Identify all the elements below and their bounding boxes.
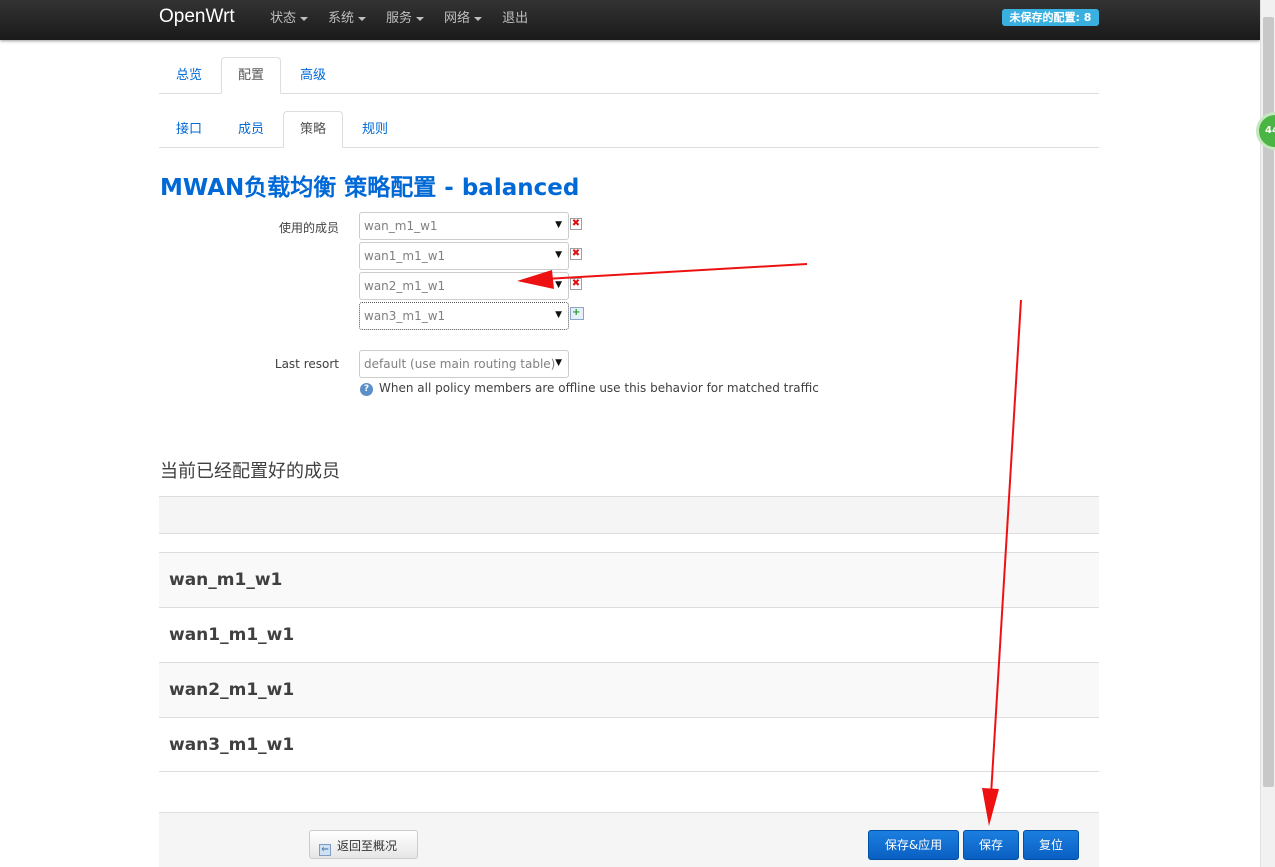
add-member-icon[interactable]: + xyxy=(570,307,584,320)
last-resort-label: Last resort xyxy=(274,357,339,371)
save-apply-button[interactable]: 保存&应用 xyxy=(868,830,959,860)
floating-side-badge[interactable]: 44 xyxy=(1256,112,1275,150)
back-arrow-icon: ⇐ xyxy=(319,844,331,856)
tab-policies[interactable]: 策略 xyxy=(283,111,344,148)
unsaved-changes-badge[interactable]: 未保存的配置: 8 xyxy=(1002,9,1099,26)
dropdown-arrow-icon: ▼ xyxy=(555,310,562,320)
member-row: wan2_m1_w1 xyxy=(159,662,1099,717)
menu-network[interactable]: 网络 xyxy=(444,0,483,40)
dropdown-arrow-icon: ▼ xyxy=(555,280,562,290)
tab-interfaces[interactable]: 接口 xyxy=(159,111,219,147)
dropdown-arrow-icon: ▼ xyxy=(555,250,562,260)
dropdown-arrow-icon: ▼ xyxy=(555,358,562,368)
menu-status[interactable]: 状态 xyxy=(270,0,309,40)
tab-advanced[interactable]: 高级 xyxy=(283,57,343,93)
remove-member-icon[interactable]: ✖ xyxy=(570,218,582,230)
remove-member-icon[interactable]: ✖ xyxy=(570,248,582,260)
last-resort-select[interactable]: default (use main routing table) ▼ xyxy=(359,350,569,378)
last-resort-value: default (use main routing table) xyxy=(364,357,556,371)
member-row: wan_m1_w1 xyxy=(159,552,1099,607)
menu-system[interactable]: 系统 xyxy=(328,0,367,40)
member-select-value: wan1_m1_w1 xyxy=(364,249,446,263)
remove-member-icon[interactable]: ✖ xyxy=(570,278,582,290)
member-select-value: wan3_m1_w1 xyxy=(364,309,446,323)
reset-button[interactable]: 复位 xyxy=(1023,830,1079,860)
members-label: 使用的成员 xyxy=(278,221,339,235)
chevron-down-icon xyxy=(416,16,425,21)
member-select[interactable]: wan1_m1_w1 ▼ xyxy=(359,242,569,270)
tab-members[interactable]: 成员 xyxy=(221,111,281,147)
menu-services[interactable]: 服务 xyxy=(386,0,425,40)
chevron-down-icon xyxy=(474,16,483,21)
tab-rules[interactable]: 规则 xyxy=(345,111,405,147)
menu-logout[interactable]: 退出 xyxy=(502,0,528,40)
back-button-label: 返回至概况 xyxy=(337,839,398,853)
tab-configuration[interactable]: 配置 xyxy=(221,57,282,94)
member-select[interactable]: wan3_m1_w1 ▼ xyxy=(359,302,569,330)
save-button[interactable]: 保存 xyxy=(963,830,1019,860)
member-select-value: wan_m1_w1 xyxy=(364,219,438,233)
member-row: wan3_m1_w1 xyxy=(159,717,1099,772)
main-menu: 状态 系统 服务 网络 退出 xyxy=(270,0,548,40)
member-select-value: wan2_m1_w1 xyxy=(364,279,446,293)
last-resort-help-text: When all policy members are offline use … xyxy=(379,381,819,395)
member-select[interactable]: wan2_m1_w1 ▼ xyxy=(359,272,569,300)
top-navbar: OpenWrt 状态 系统 服务 网络 退出 未保存的配置: 8 xyxy=(0,0,1260,40)
member-row: wan1_m1_w1 xyxy=(159,607,1099,662)
brand-logo[interactable]: OpenWrt xyxy=(159,6,235,28)
sub-tabs: 接口 成员 策略 规则 xyxy=(159,111,1099,148)
annotation-arrow-line xyxy=(544,263,808,280)
configured-members-title: 当前已经配置好的成员 xyxy=(160,461,340,482)
config-tabs: 总览 配置 高级 xyxy=(159,57,1099,94)
dropdown-arrow-icon: ▼ xyxy=(555,220,562,230)
tab-overview[interactable]: 总览 xyxy=(159,57,219,93)
back-to-overview-button[interactable]: ⇐ 返回至概况 xyxy=(309,830,418,859)
members-table-header xyxy=(159,496,1099,534)
member-select[interactable]: wan_m1_w1 ▼ xyxy=(359,212,569,240)
chevron-down-icon xyxy=(300,16,309,21)
chevron-down-icon xyxy=(358,16,367,21)
page-title: MWAN负载均衡 策略配置 - balanced xyxy=(160,175,580,201)
help-icon: ? xyxy=(360,383,373,396)
